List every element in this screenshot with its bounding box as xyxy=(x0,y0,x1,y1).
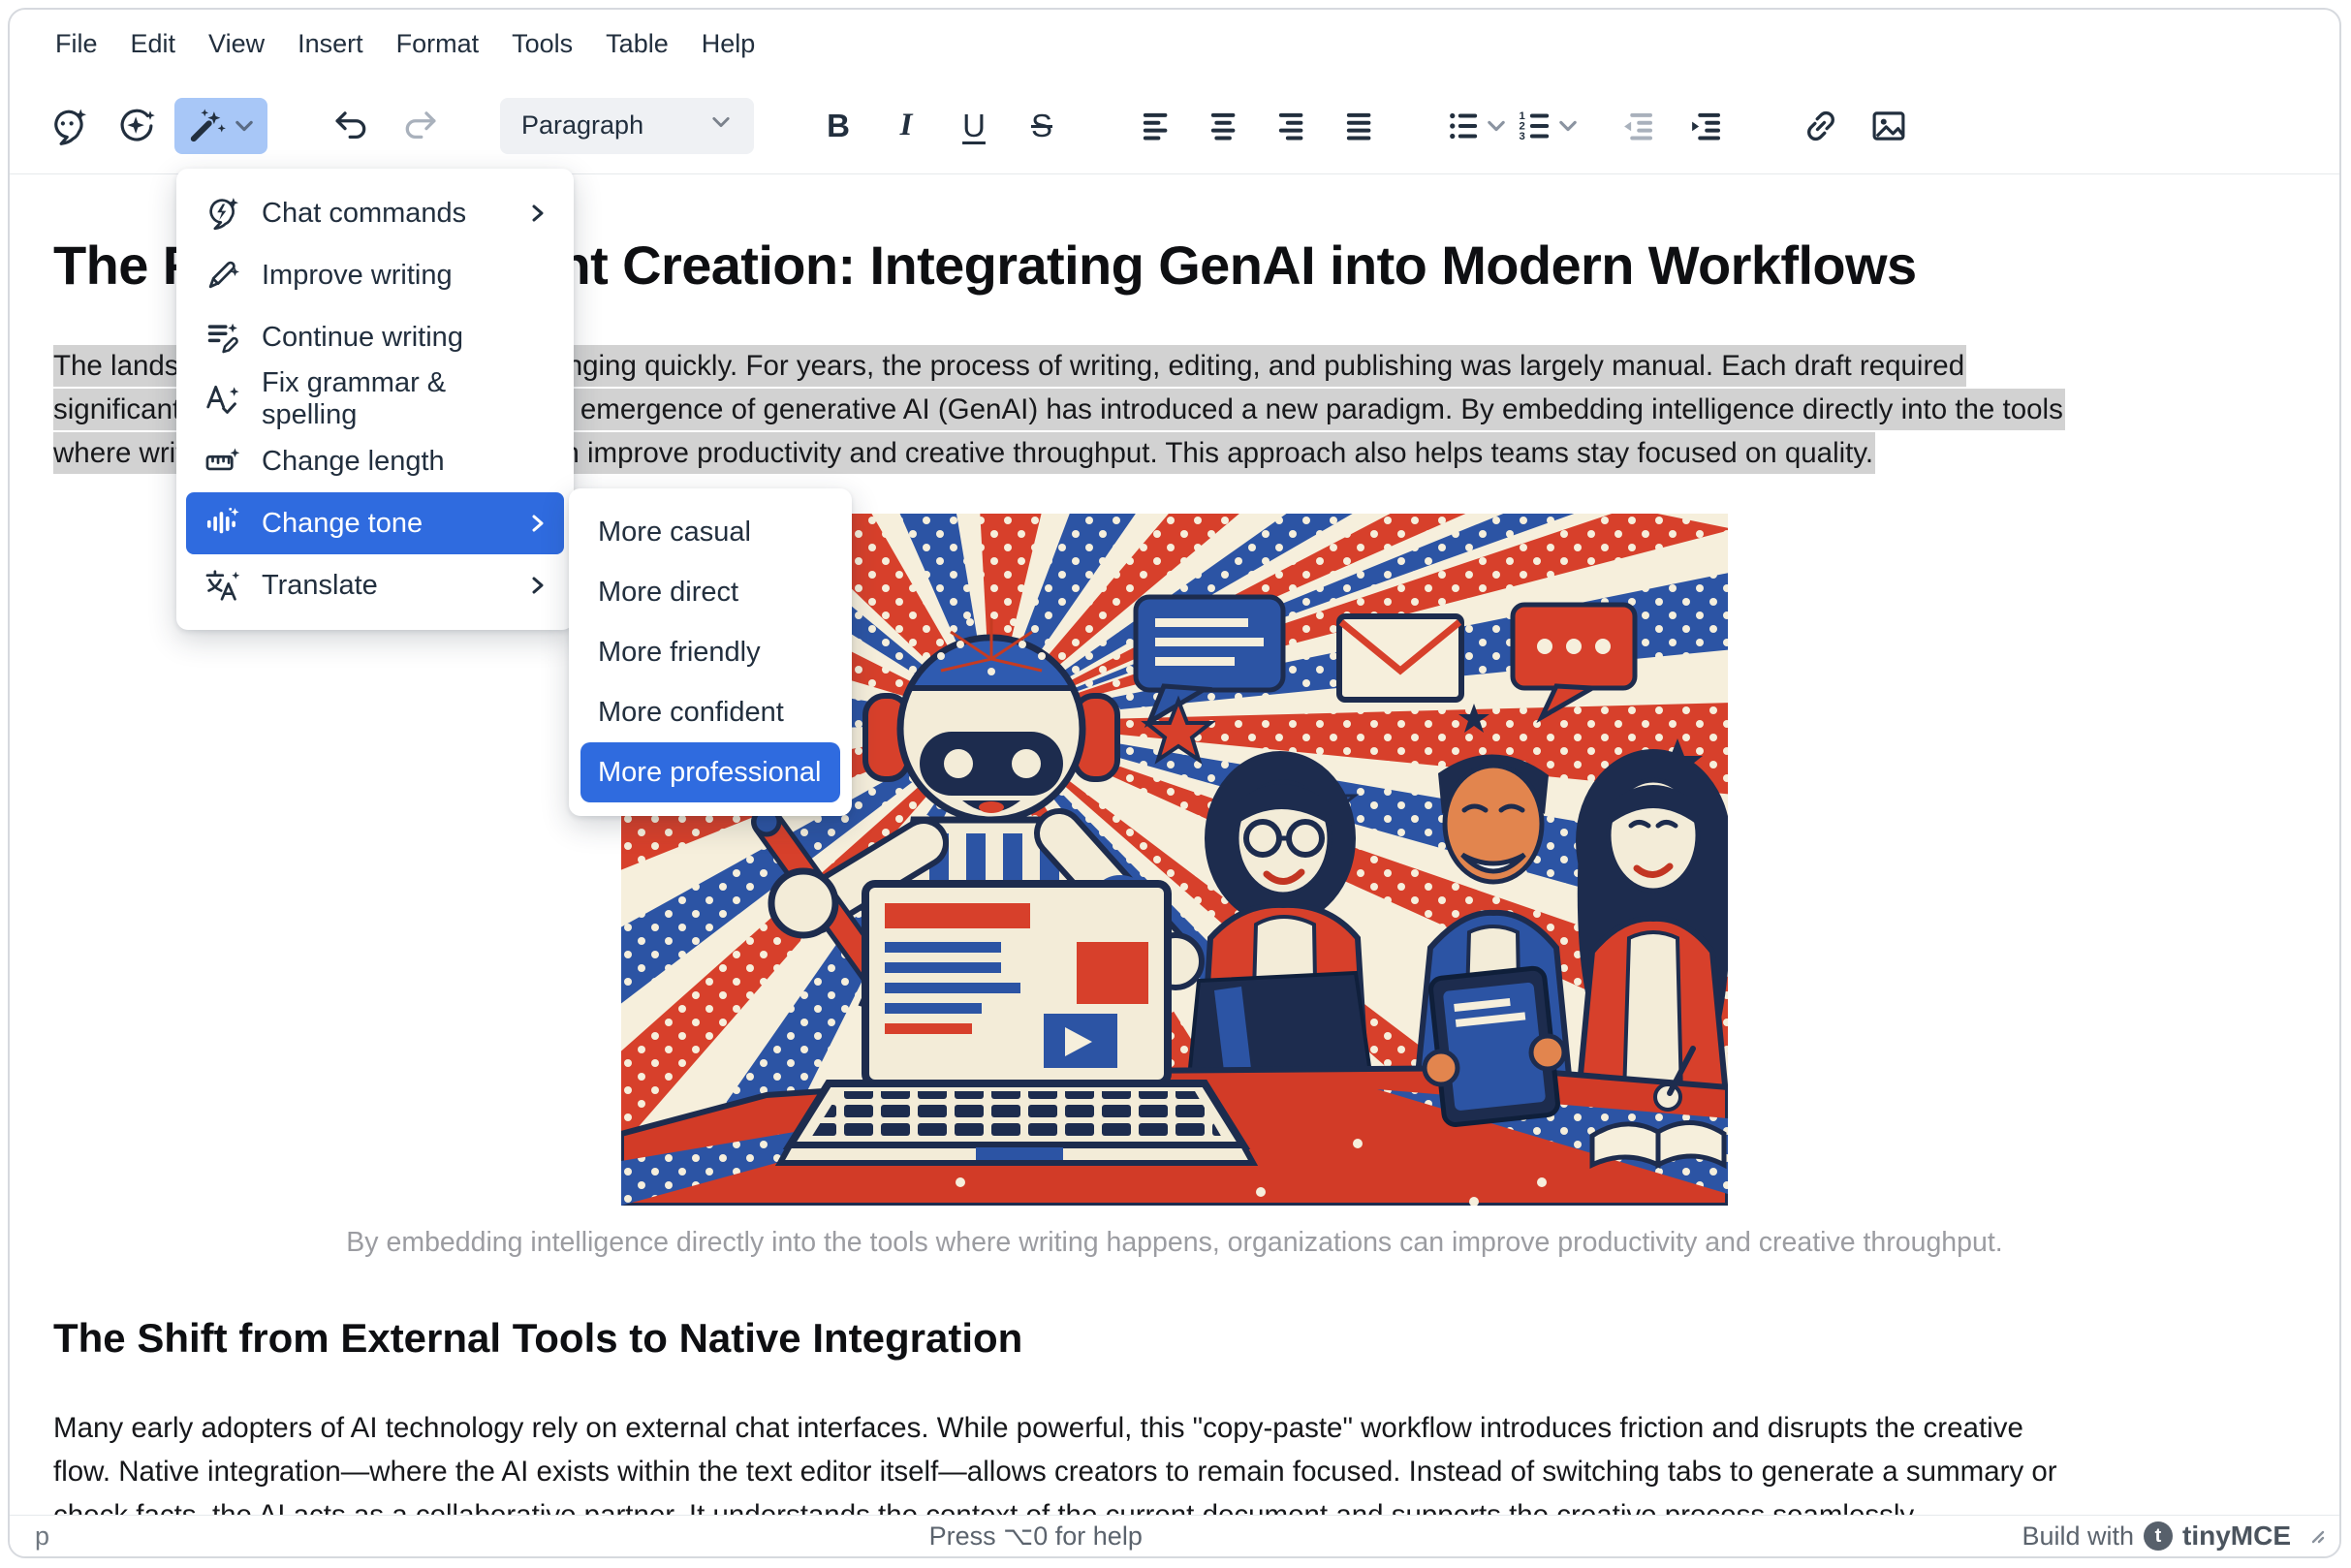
submenu-item-more-confident[interactable]: More confident xyxy=(580,682,840,742)
ai-chat-icon xyxy=(48,106,89,146)
indent-icon xyxy=(1686,106,1727,146)
ai-shortcuts-icon xyxy=(116,106,157,146)
bold-icon: B xyxy=(827,110,850,141)
continue-writing-icon xyxy=(204,319,240,356)
submenu-item-more-professional[interactable]: More professional xyxy=(580,742,840,802)
strikethrough-button[interactable]: S xyxy=(1012,98,1072,154)
magic-wand-icon xyxy=(186,106,227,146)
italic-button[interactable]: I xyxy=(876,98,936,154)
brand-name: tinyMCE xyxy=(2182,1521,2291,1552)
undo-icon xyxy=(331,106,372,146)
underline-button[interactable]: U xyxy=(944,98,1004,154)
submenu-item-more-friendly[interactable]: More friendly xyxy=(580,622,840,682)
image-icon xyxy=(1868,106,1909,146)
chevron-down-icon xyxy=(709,110,733,141)
menu-file[interactable]: File xyxy=(39,21,114,67)
help-shortcut-text: Press ⌥0 for help xyxy=(49,1521,2022,1552)
ai-wand-split-button[interactable] xyxy=(174,98,267,154)
menu-help[interactable]: Help xyxy=(685,21,772,67)
chevron-right-icon xyxy=(527,575,549,596)
menu-edit[interactable]: Edit xyxy=(114,21,193,67)
translate-icon xyxy=(204,567,240,604)
link-icon xyxy=(1801,106,1841,146)
ai-shortcuts-button[interactable] xyxy=(107,98,167,154)
submenu-item-more-direct[interactable]: More direct xyxy=(580,562,840,622)
menu-insert[interactable]: Insert xyxy=(281,21,380,67)
chevron-down-icon xyxy=(233,114,256,138)
menu-tools[interactable]: Tools xyxy=(495,21,589,67)
bullet-list-icon xyxy=(1444,106,1485,146)
align-right-icon xyxy=(1271,106,1312,146)
menu-item-chat-commands[interactable]: Chat commands xyxy=(186,182,564,244)
chevron-right-icon xyxy=(527,513,549,534)
numbered-list-icon: 123 xyxy=(1516,106,1556,146)
section-heading[interactable]: The Shift from External Tools to Native … xyxy=(53,1315,2296,1362)
align-justify-icon xyxy=(1339,106,1380,146)
chevron-down-icon xyxy=(1485,114,1508,138)
underline-icon: U xyxy=(962,110,986,141)
improve-writing-icon xyxy=(204,257,240,294)
block-format-value: Paragraph xyxy=(521,110,643,141)
menu-item-fix-grammar[interactable]: Fix grammar & spelling xyxy=(186,368,564,430)
chevron-down-icon xyxy=(1556,114,1580,138)
menu-item-change-tone[interactable]: Change tone xyxy=(186,492,564,554)
block-format-select[interactable]: Paragraph xyxy=(500,98,754,154)
change-tone-icon xyxy=(204,505,240,542)
statusbar: p Press ⌥0 for help Build with t tinyMCE xyxy=(10,1515,2339,1556)
brand-prefix: Build with xyxy=(2022,1521,2134,1552)
ai-dropdown-menu: Chat commands Improve writing Continue w… xyxy=(176,169,574,630)
indent-button[interactable] xyxy=(1677,98,1737,154)
menu-item-improve-writing[interactable]: Improve writing xyxy=(186,244,564,306)
resize-handle[interactable] xyxy=(2304,1521,2326,1552)
outdent-button[interactable] xyxy=(1609,98,1669,154)
align-right-button[interactable] xyxy=(1262,98,1322,154)
menu-format[interactable]: Format xyxy=(380,21,496,67)
strikethrough-icon: S xyxy=(1031,110,1052,141)
menu-item-translate[interactable]: Translate xyxy=(186,554,564,616)
chevron-right-icon xyxy=(527,203,549,224)
image-button[interactable] xyxy=(1859,98,1919,154)
tinymce-logo-icon: t xyxy=(2144,1521,2173,1551)
editor-window: File Edit View Insert Format Tools Table… xyxy=(8,8,2341,1558)
woman-writing xyxy=(1576,749,1728,1095)
fix-grammar-icon xyxy=(204,381,240,418)
envelope-icon xyxy=(1339,616,1461,700)
redo-icon xyxy=(399,106,440,146)
align-left-icon xyxy=(1136,106,1176,146)
align-justify-button[interactable] xyxy=(1330,98,1390,154)
italic-icon: I xyxy=(900,110,913,141)
link-button[interactable] xyxy=(1791,98,1851,154)
menubar: File Edit View Insert Format Tools Table… xyxy=(10,10,2339,78)
menu-table[interactable]: Table xyxy=(589,21,685,67)
ai-chat-button[interactable] xyxy=(39,98,99,154)
align-center-button[interactable] xyxy=(1194,98,1254,154)
body-paragraph[interactable]: Many early adopters of AI technology rel… xyxy=(53,1406,2296,1519)
image-caption: By embedding intelligence directly into … xyxy=(53,1227,2296,1259)
submenu-item-more-casual[interactable]: More casual xyxy=(580,502,840,562)
change-length-icon xyxy=(204,443,240,480)
element-path[interactable]: p xyxy=(35,1521,49,1552)
toolbar: Paragraph B I U S 123 xyxy=(10,78,2339,174)
outdent-icon xyxy=(1618,106,1659,146)
bullet-list-split-button[interactable] xyxy=(1444,98,1508,154)
align-center-icon xyxy=(1204,106,1244,146)
align-left-button[interactable] xyxy=(1126,98,1186,154)
undo-button[interactable] xyxy=(322,98,382,154)
chat-commands-icon xyxy=(204,195,240,232)
redo-button[interactable] xyxy=(390,98,450,154)
brand[interactable]: Build with t tinyMCE xyxy=(2022,1521,2291,1552)
menu-view[interactable]: View xyxy=(192,21,281,67)
bold-button[interactable]: B xyxy=(808,98,868,154)
menu-item-change-length[interactable]: Change length xyxy=(186,430,564,492)
svg-text:3: 3 xyxy=(1520,131,1525,142)
change-tone-submenu: More casual More direct More friendly Mo… xyxy=(569,488,852,816)
numbered-list-split-button[interactable]: 123 xyxy=(1516,98,1580,154)
menu-item-continue-writing[interactable]: Continue writing xyxy=(186,306,564,368)
